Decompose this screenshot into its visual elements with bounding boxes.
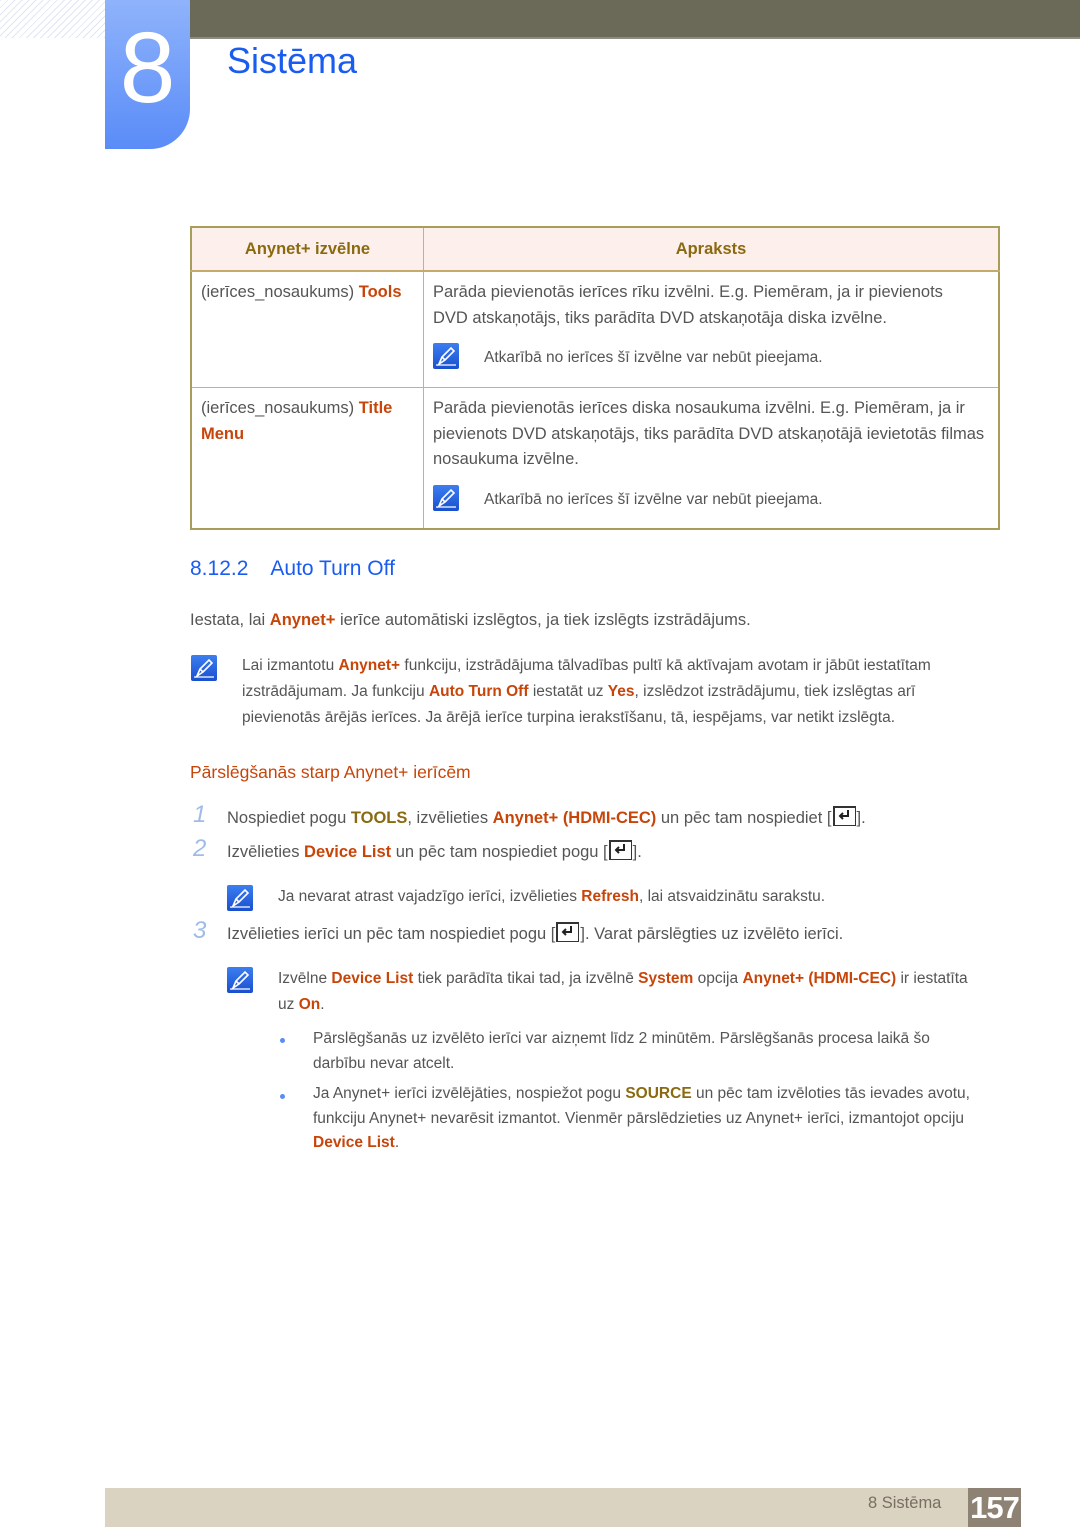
description-cell: Parāda pievienotās ierīces diska nosauku…	[423, 387, 1000, 530]
menu-name: Title	[358, 399, 393, 417]
note-pencil-icon	[433, 343, 459, 369]
text: opcija	[693, 970, 743, 987]
highlight-anynet: Anynet+	[269, 611, 336, 629]
enter-key-icon	[608, 840, 632, 860]
section-title: Auto Turn Off	[270, 557, 395, 580]
chapter-number-badge: 8	[105, 0, 190, 149]
highlight: System	[638, 970, 694, 987]
section-intro: Iestata, lai Anynet+ ierīce automātiski …	[190, 607, 1000, 633]
text: Lai izmantotu	[242, 657, 339, 674]
step-2: Izvēlieties Device List un pēc tam nospi…	[227, 839, 987, 865]
bullet-item: Ja Anynet+ ierīci izvēlējāties, nospiežo…	[313, 1082, 983, 1156]
table-row: (ierīces_nosaukums) Title Menu Parāda pi…	[191, 387, 1000, 530]
text: un pēc tam nospiediet [	[656, 809, 832, 827]
note: Atkarībā no ierīces šī izvēlne var nebūt…	[433, 343, 989, 371]
highlight: Anynet+ (HDMI-CEC)	[742, 970, 897, 987]
device-list-note: Izvēlne Device List tiek parādīta tikai …	[278, 966, 978, 1018]
bullet-icon	[280, 1094, 285, 1099]
header-bar	[190, 0, 1080, 39]
table-row: (ierīces_nosaukums) Tools Parāda pievien…	[191, 271, 1000, 388]
text: iestatāt uz	[528, 683, 608, 700]
highlight: On	[298, 996, 321, 1013]
highlight: Anynet+ (HDMI-CEC)	[492, 809, 657, 827]
text: ].	[632, 843, 642, 861]
header-hatch-decoration	[0, 0, 105, 38]
highlight: Refresh	[581, 888, 639, 905]
menu-cell: (ierīces_nosaukums) Tools	[191, 271, 424, 388]
text: Ja nevarat atrast vajadzīgo ierīci, izvē…	[278, 888, 582, 905]
step-number: 1	[193, 801, 207, 828]
chapter-number: 8	[119, 12, 176, 124]
menu-name-continued: Menu	[201, 424, 245, 443]
highlight-tools: TOOLS	[350, 809, 408, 827]
note-pencil-icon	[433, 484, 459, 511]
column-header: Apraksts	[423, 227, 1000, 272]
enter-key-icon	[832, 806, 856, 826]
highlight: Device List	[331, 970, 414, 987]
highlight: Device List	[313, 1134, 395, 1151]
footer-chapter-label: 8 Sistēma	[868, 1494, 942, 1512]
text: tiek parādīta tikai tad, ja izvēlnē	[413, 970, 639, 987]
highlight-source: SOURCE	[625, 1085, 692, 1102]
text: Ja Anynet+ ierīci izvēlējāties, nospiežo…	[313, 1085, 626, 1102]
page-number: 157	[968, 1488, 1021, 1527]
section-note: Lai izmantotu Anynet+ funkciju, izstrādā…	[242, 653, 992, 731]
bullet-icon	[280, 1038, 285, 1043]
note-pencil-icon	[191, 655, 217, 681]
menu-cell: (ierīces_nosaukums) Title Menu	[191, 387, 424, 530]
column-header: Anynet+ izvēlne	[191, 227, 424, 272]
section-heading: 8.12.2 Auto Turn Off	[190, 557, 395, 581]
text: ierīce automātiski izslēgtos, ja tiek iz…	[335, 611, 751, 629]
step-number: 3	[193, 917, 207, 944]
table-header-row: Anynet+ izvēlne Apraksts	[191, 227, 1000, 272]
highlight: Device List	[304, 843, 392, 861]
anynet-menu-table: Anynet+ izvēlne Apraksts (ierīces_nosauk…	[190, 226, 1000, 530]
text: ].	[856, 809, 866, 827]
section-number: 8.12.2	[190, 557, 249, 580]
highlight: Auto Turn Off	[428, 683, 529, 700]
step-3: Izvēlieties ierīci un pēc tam nospiediet…	[227, 921, 987, 947]
description-text: Parāda pievienotās ierīces rīku izvēlni.…	[433, 283, 943, 327]
note-pencil-icon	[227, 885, 253, 911]
menu-prefix: (ierīces_nosaukums)	[201, 399, 355, 417]
text: Izvēlieties ierīci un pēc tam nospiediet…	[227, 925, 556, 943]
text: , izvēlieties	[407, 809, 493, 827]
text: .	[320, 996, 325, 1013]
subsection-heading: Pārslēgšanās starp Anynet+ ierīcēm	[190, 762, 471, 782]
note-pencil-icon	[227, 967, 253, 993]
chapter-title: Sistēma	[227, 40, 358, 81]
text: Izvēlne	[278, 970, 332, 987]
text: .	[394, 1134, 400, 1151]
note-text: Atkarībā no ierīces šī izvēlne var nebūt…	[484, 349, 823, 366]
menu-prefix: (ierīces_nosaukums)	[201, 283, 355, 301]
refresh-note: Ja nevarat atrast vajadzīgo ierīci, izvē…	[278, 884, 988, 910]
text: , lai atsvaidzinātu sarakstu.	[638, 888, 826, 905]
text: Izvēlieties	[227, 843, 305, 861]
text: Nospiediet pogu	[227, 809, 351, 827]
highlight: Anynet+	[338, 657, 401, 674]
description-cell: Parāda pievienotās ierīces rīku izvēlni.…	[423, 271, 1000, 388]
step-1: Nospiediet pogu TOOLS, izvēlieties Anyne…	[227, 805, 987, 831]
text: un pēc tam nospiediet pogu [	[391, 843, 608, 861]
bullet-item: Pārslēgšanās uz izvēlēto ierīci var aizņ…	[313, 1030, 930, 1072]
description-text: Parāda pievienotās ierīces diska nosauku…	[433, 399, 985, 468]
text: ]. Varat pārslēgties uz izvēlēto ierīci.	[580, 925, 844, 943]
note: Atkarībā no ierīces šī izvēlne var nebūt…	[433, 484, 989, 513]
text: Iestata, lai	[190, 611, 270, 629]
step-number: 2	[193, 835, 207, 862]
highlight: Yes	[607, 683, 635, 700]
note-text: Atkarībā no ierīces šī izvēlne var nebūt…	[484, 490, 823, 508]
menu-name: Tools	[358, 283, 402, 301]
enter-key-icon	[556, 922, 580, 942]
